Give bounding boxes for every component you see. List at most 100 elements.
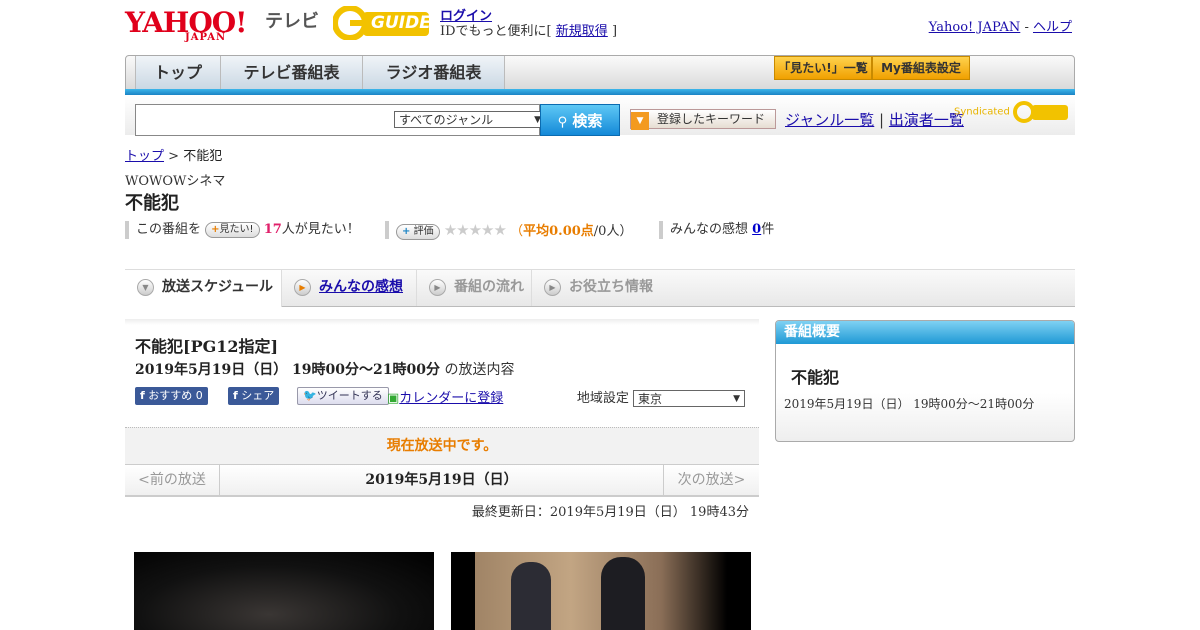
my-guide-settings-button[interactable]: My番組表設定: [872, 56, 970, 80]
yahoo-logo[interactable]: YAHOO! JAPAN: [125, 6, 247, 43]
rate-button-label: 評価: [413, 225, 434, 237]
tab-label: みんなの感想: [319, 279, 403, 295]
play-arrow-icon: ▶: [429, 278, 446, 296]
search-input[interactable]: すべてのジャンル ▼: [135, 104, 546, 136]
impressions-suffix: 件: [761, 222, 775, 237]
calendar-link[interactable]: カレンダーに登録: [399, 391, 503, 406]
panel-top-shade: [125, 319, 759, 325]
search-bar: すべてのジャンル ▼ ⚲ 検索 ▼ 登録したキーワード ジャンル一覧 | 出演者一…: [125, 95, 1075, 136]
registered-keyword-button[interactable]: ▼ 登録したキーワード: [630, 109, 776, 130]
want-section: この番組を +見たい! 17人が見たい！: [125, 221, 360, 239]
main-nav: トップ テレビ番組表 ラジオ番組表 「見たい!」一覧 My番組表設定: [125, 55, 1075, 91]
keyword-button-label: 登録したキーワード: [657, 112, 766, 126]
rating-people: /0人）: [593, 224, 633, 239]
genre-select-value: すべてのジャンル: [399, 113, 494, 127]
share-row: f おすすめ 0 f シェア 🐦ツイートする ▣カレンダーに登録 地域設定 東京…: [135, 387, 755, 407]
program-image-1[interactable]: [134, 552, 434, 630]
search-button-label: 検索: [572, 112, 603, 130]
syndicated-text: Syndicated: [954, 106, 1010, 118]
search-button[interactable]: ⚲ 検索: [540, 104, 620, 136]
region-label: 地域設定: [576, 391, 629, 406]
image-figure: [511, 562, 551, 630]
broadcast-date-time: 2019年5月19日（日） 19時00分～21時00分: [135, 362, 440, 378]
rating-stars: ★★★★★: [443, 221, 507, 239]
yahoo-japan-link[interactable]: Yahoo! JAPAN: [929, 20, 1021, 35]
tab-useful-info[interactable]: ▶ お役立ち情報: [532, 270, 662, 306]
gguide-small-icon: [1013, 101, 1068, 123]
tab-program-flow[interactable]: ▶ 番組の流れ: [417, 270, 532, 306]
performer-list-link[interactable]: 出演者一覧: [889, 111, 964, 129]
broadcast-date-suffix: の放送内容: [444, 362, 515, 378]
page-title: 不能犯: [125, 193, 179, 214]
link-pipe: |: [879, 111, 885, 129]
tweet-label: ツイートする: [316, 389, 383, 402]
facebook-recommend-button[interactable]: f おすすめ 0: [135, 387, 208, 405]
program-image-2[interactable]: [451, 552, 751, 630]
dropdown-arrow-icon: ▼: [631, 112, 649, 130]
genre-select[interactable]: すべてのジャンル ▼: [394, 111, 546, 128]
prev-broadcast-link[interactable]: <前の放送: [125, 465, 220, 495]
program-info-bar: この番組を +見たい! 17人が見たい！ + 評価 ★★★★★ （平均0.00点…: [125, 221, 1075, 241]
play-arrow-icon: ▶: [544, 278, 561, 296]
chevron-down-icon: ▼: [733, 394, 740, 404]
rate-button[interactable]: + 評価: [396, 223, 440, 240]
recommend-label: おすすめ 0: [148, 389, 203, 402]
breadcrumb-current: 不能犯: [183, 149, 223, 164]
header: YAHOO! JAPAN テレビ GUIDE ログイン IDでもっと便利に[ 新…: [125, 0, 1075, 50]
play-arrow-icon: ▶: [294, 278, 311, 296]
program-summary-date: 2019年5月19日（日） 19時00分～21時00分: [784, 397, 1035, 411]
want-count: 17: [263, 222, 282, 237]
current-broadcast-date: 2019年5月19日（日）: [365, 472, 518, 488]
program-summary-header: 番組概要: [776, 321, 1074, 344]
tab-label: お役立ち情報: [569, 279, 653, 295]
broadcast-title: 不能犯[PG12指定]: [135, 337, 279, 356]
facebook-icon: f: [140, 389, 145, 402]
plus-icon: +: [211, 223, 220, 235]
breadcrumb: トップ > 不能犯: [125, 145, 222, 164]
chevron-down-icon: ▼: [137, 278, 154, 296]
last-updated: 最終更新日：2019年5月19日（日） 19時43分: [471, 505, 749, 520]
calendar-plus-icon: ▣: [387, 391, 400, 406]
rating-section: + 評価 ★★★★★ （平均0.00点/0人）: [385, 221, 633, 240]
register-link[interactable]: 新規取得: [556, 24, 608, 39]
impressions-count-link[interactable]: 0: [752, 222, 761, 237]
gguide-text: GUIDE: [371, 13, 431, 33]
share-label: シェア: [241, 389, 275, 402]
nav-tab-radio-guide[interactable]: ラジオ番組表: [363, 56, 505, 90]
gguide-logo[interactable]: GUIDE: [332, 5, 431, 41]
help-link[interactable]: ヘルプ: [1033, 20, 1072, 35]
tweet-button[interactable]: 🐦ツイートする: [297, 387, 389, 405]
breadcrumb-top-link[interactable]: トップ: [125, 149, 164, 164]
next-broadcast-link[interactable]: 次の放送>: [663, 465, 759, 495]
nav-edge: [126, 56, 136, 90]
image-figure: [601, 557, 645, 630]
region-select[interactable]: 東京 ▼: [633, 390, 745, 407]
program-summary-panel: 番組概要 不能犯 2019年5月19日（日） 19時00分～21時00分: [775, 320, 1075, 442]
facebook-icon: f: [233, 389, 238, 402]
want-button-label: 見たい!: [219, 223, 254, 235]
header-separator: -: [1024, 20, 1029, 35]
genre-list-link[interactable]: ジャンル一覧: [785, 111, 874, 129]
id-text-end: ]: [611, 24, 618, 39]
id-text: IDでもっと便利に[: [440, 24, 552, 39]
want-button[interactable]: +見たい!: [205, 221, 260, 238]
nav-tab-tv-guide[interactable]: テレビ番組表: [221, 56, 363, 90]
region-select-value: 東京: [638, 392, 663, 406]
rating-open: （: [510, 224, 524, 239]
breadcrumb-sep: >: [168, 149, 180, 164]
logo-sub: JAPAN: [185, 32, 227, 43]
rating-average: 平均0.00点: [523, 224, 594, 239]
plus-icon: +: [402, 225, 411, 237]
broadcast-pager: <前の放送 2019年5月19日（日） 次の放送>: [125, 464, 759, 497]
facebook-share-button[interactable]: f シェア: [228, 387, 280, 405]
tab-broadcast-schedule[interactable]: ▼ 放送スケジュール: [125, 270, 282, 307]
calendar-register[interactable]: ▣カレンダーに登録: [387, 387, 503, 406]
tab-impressions[interactable]: ▶ みんなの感想: [282, 270, 417, 306]
want-suffix: 人が見たい！: [281, 222, 360, 237]
nav-tab-top[interactable]: トップ: [136, 56, 221, 90]
twitter-icon: 🐦: [303, 389, 317, 402]
tab-label: 番組の流れ: [454, 279, 524, 295]
want-list-button[interactable]: 「見たい!」一覧: [774, 56, 872, 80]
broadcast-date: 2019年5月19日（日） 19時00分～21時00分 の放送内容: [135, 359, 514, 379]
region-setting: 地域設定 東京 ▼: [577, 387, 745, 407]
